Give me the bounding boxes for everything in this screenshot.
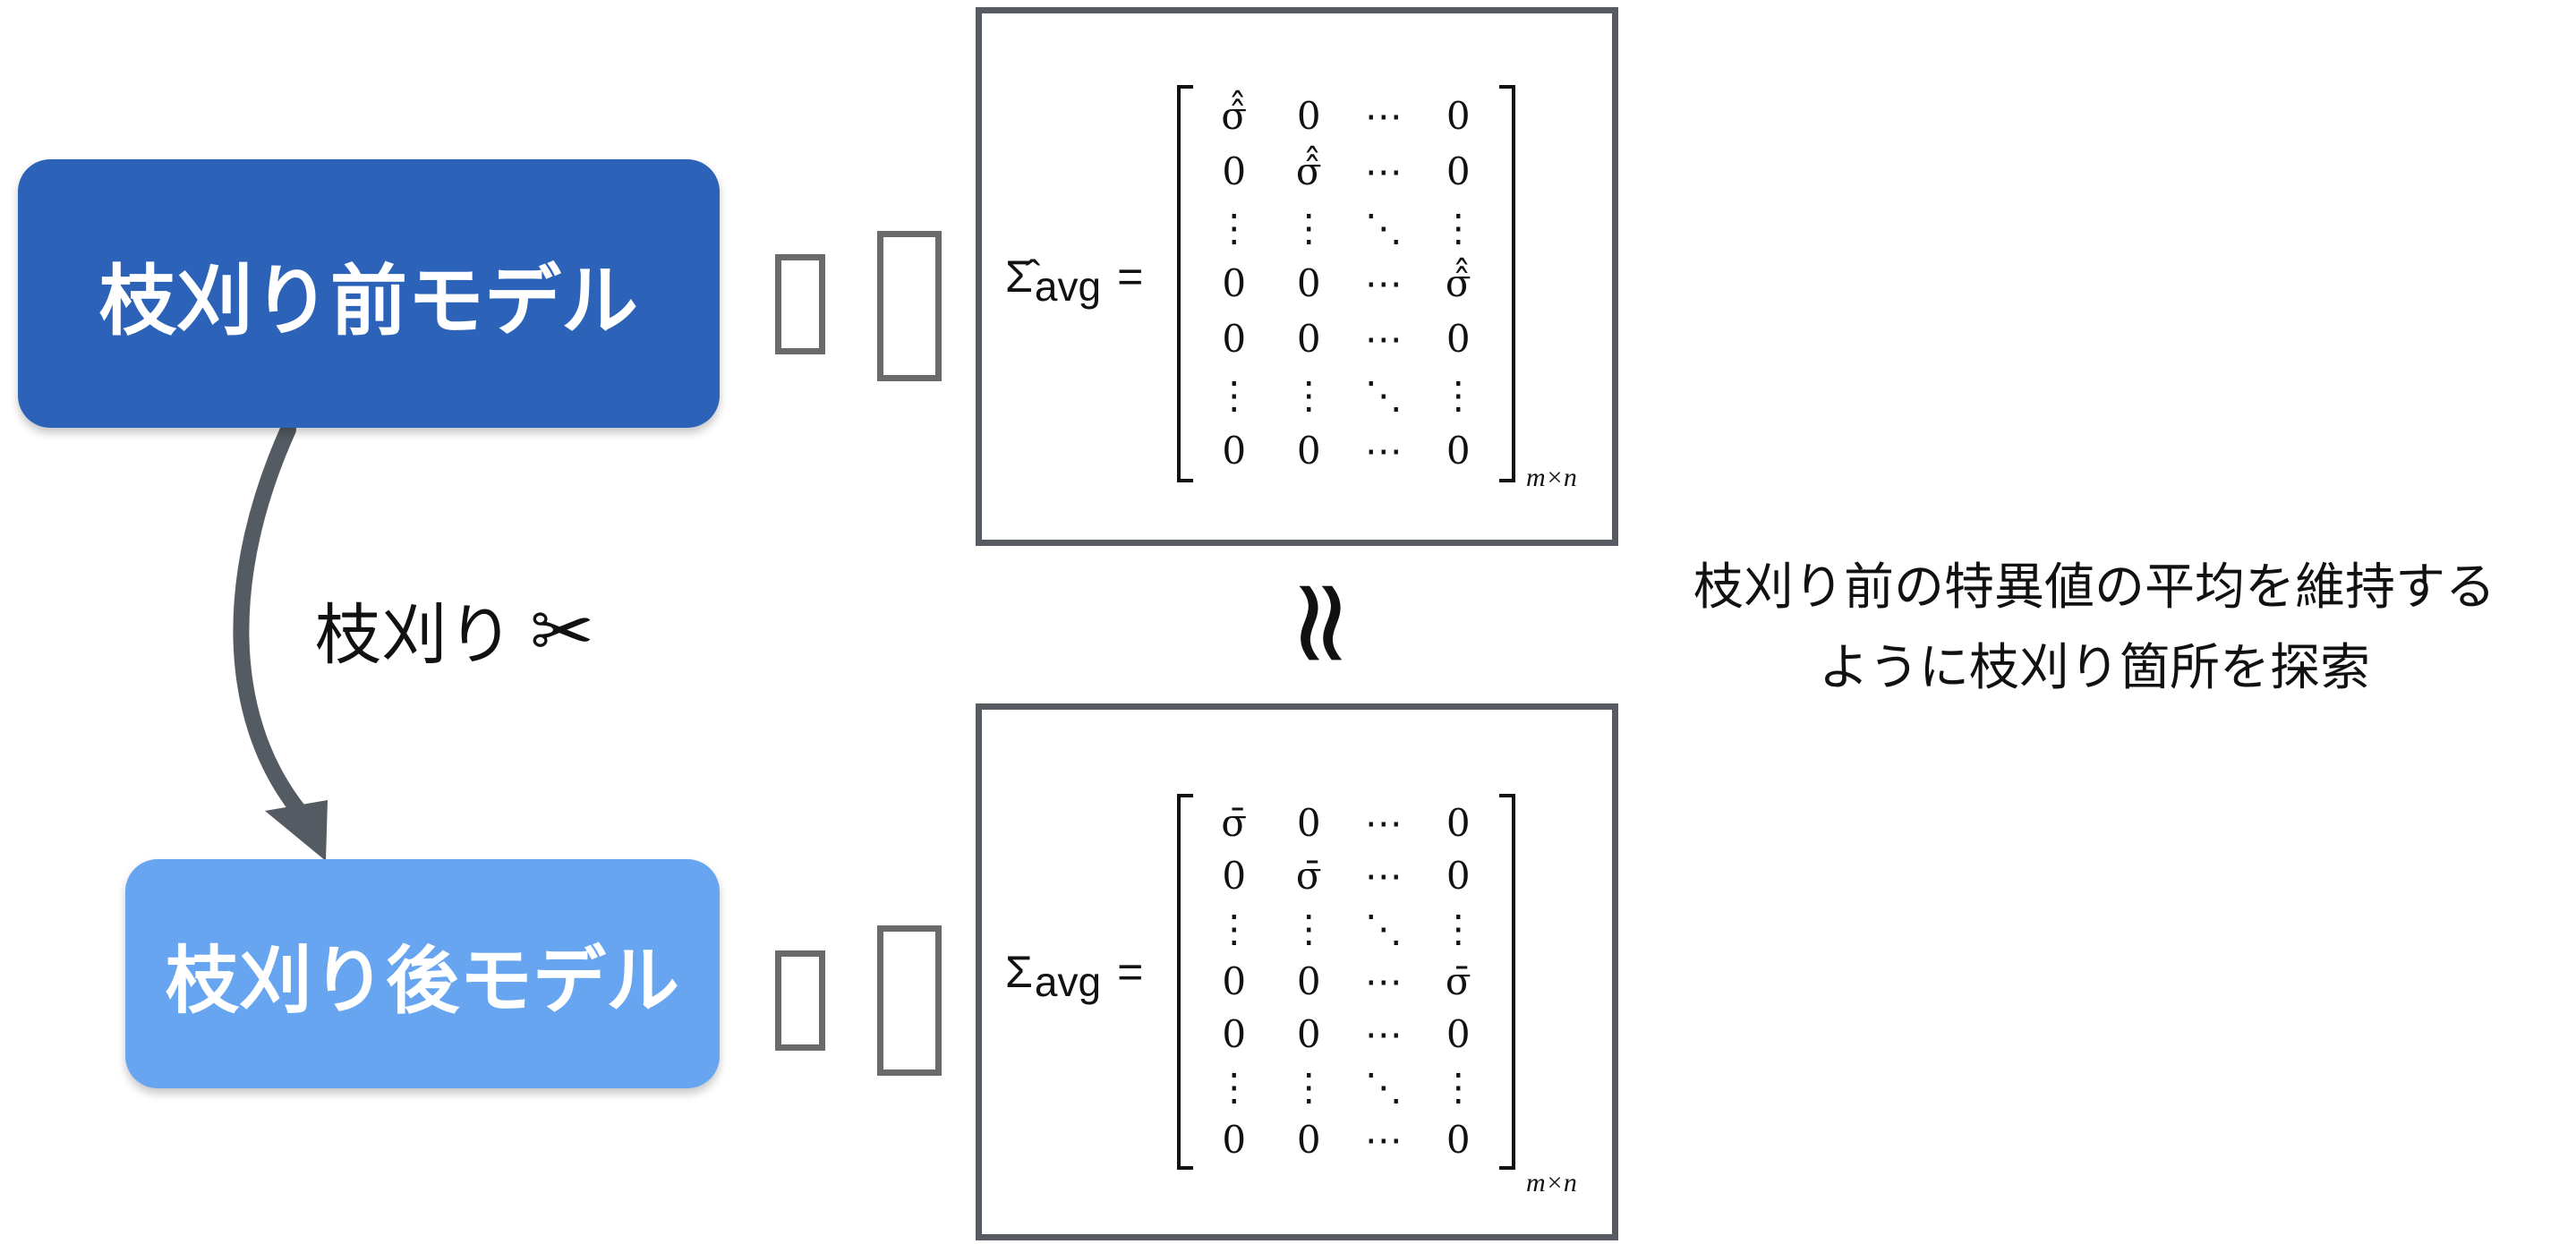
matrix-cell: ⋱ [1364, 372, 1403, 417]
matrix-dimensions: m×n [1526, 463, 1577, 492]
matrix-cell: ⋯ [1364, 149, 1403, 194]
matrix-cell: 0 [1296, 260, 1321, 305]
placeholder-box-small-bottom [775, 950, 825, 1051]
matrix-cell: ⋮ [1290, 1064, 1328, 1109]
note-line-2: ように枝刈り箇所を探索 [1819, 639, 2370, 697]
matrix-cell: 0 [1446, 149, 1471, 194]
matrix-cell: 0 [1222, 854, 1247, 899]
matrix-cell: ⋮ [1215, 372, 1253, 417]
matrix-cell: 0 [1222, 1011, 1247, 1056]
matrix-grid: σ̂̂ 0 ⋯ 0 0 σ̂̂ ⋯ 0 ⋮ ⋮ ⋱ ⋮ 0 0 ⋯ σ̂̂ 0 0 ⋯ 0 ⋮ ⋮ ⋱ ⋮ 0 0 ⋯ 0 [1197, 89, 1496, 479]
matrix-cell: 0 [1446, 94, 1471, 139]
after-pruning-model-label: 枝刈り後モデル [165, 938, 679, 1024]
matrix-cell: ⋮ [1439, 205, 1478, 250]
matrix-cell: 0 [1222, 149, 1247, 194]
matrix-cell: 0 [1446, 854, 1471, 899]
matrix-cell: ⋱ [1364, 907, 1403, 951]
singular-value-matrix-after: σ̄ 0 ⋯ 0 0 σ̄ ⋯ 0 ⋮ ⋮ ⋱ ⋮ 0 0 ⋯ σ̄ 0 0 ⋯ 0 ⋮ ⋮ ⋱ ⋮ 0 0 ⋯ 0 [1177, 794, 1515, 1170]
matrix-lhs-before: Σ̂ avg = [1005, 13, 1143, 540]
equals-sign: = [1117, 947, 1144, 997]
before-pruning-model-box: 枝刈り前モデル [18, 159, 720, 428]
matrix-cell: 0 [1222, 260, 1247, 305]
sigma-symbol: Σ [1005, 947, 1033, 997]
lhs-subscript: avg [1034, 263, 1102, 310]
search-objective-note: 枝刈り前の特異値の平均を維持する ように枝刈り箇所を探索 [1647, 548, 2542, 709]
pruning-edge-label: 枝刈り ✂ [315, 582, 594, 677]
placeholder-box-large-bottom [877, 925, 942, 1076]
matrix-cell: 0 [1296, 1011, 1321, 1056]
matrix-cell: 0 [1296, 959, 1321, 1003]
lhs-subscript: avg [1034, 959, 1102, 1005]
after-pruning-model-box: 枝刈り後モデル [125, 859, 720, 1088]
matrix-cell: ⋯ [1364, 801, 1403, 846]
sigma-hat-symbol: Σ̂ [1005, 251, 1033, 302]
matrix-cell: ⋮ [1439, 907, 1478, 951]
matrix-cell: ⋱ [1364, 1064, 1403, 1109]
matrix-cell: 0 [1222, 1117, 1247, 1162]
singular-value-matrix-before: σ̂̂ 0 ⋯ 0 0 σ̂̂ ⋯ 0 ⋮ ⋮ ⋱ ⋮ 0 0 ⋯ σ̂̂ 0 0 ⋯ 0 ⋮ ⋮ ⋱ ⋮ 0 0 ⋯ 0 [1177, 85, 1515, 482]
matrix-cell: 0 [1222, 959, 1247, 1003]
matrix-cell: σ̂̂ [1221, 94, 1248, 139]
matrix-dimensions: m×n [1526, 1168, 1577, 1197]
matrix-frame-before: Σ̂ avg = σ̂̂ 0 ⋯ 0 0 σ̂̂ ⋯ 0 ⋮ ⋮ ⋱ ⋮ 0 0 ⋯ σ̂̂ 0 0 ⋯ 0 ⋮ ⋮ ⋱ ⋮ 0 0 ⋯… [976, 7, 1618, 546]
matrix-cell: ⋮ [1215, 1064, 1253, 1109]
matrix-cell: ⋯ [1364, 94, 1403, 139]
matrix-cell: ⋯ [1364, 1011, 1403, 1056]
matrix-cell: 0 [1222, 428, 1247, 473]
matrix-cell: 0 [1296, 428, 1321, 473]
matrix-cell: ⋮ [1215, 205, 1253, 250]
matrix-cell: 0 [1296, 801, 1321, 846]
matrix-cell: ⋮ [1290, 205, 1328, 250]
placeholder-box-large-top [877, 231, 942, 381]
matrix-cell: 0 [1446, 428, 1471, 473]
matrix-cell: ⋯ [1364, 959, 1403, 1003]
matrix-cell: 0 [1296, 1117, 1321, 1162]
matrix-cell: ⋮ [1290, 372, 1328, 417]
matrix-cell: σ̄ [1445, 959, 1471, 1003]
note-line-1: 枝刈り前の特異値の平均を維持する [1693, 558, 2495, 617]
matrix-cell: 0 [1222, 317, 1247, 362]
placeholder-box-small-top [775, 254, 825, 354]
matrix-cell: ⋯ [1364, 1117, 1403, 1162]
matrix-cell: σ̄ [1295, 854, 1322, 899]
matrix-cell: ⋯ [1364, 428, 1403, 473]
approx-equal-symbol: ≈ [1255, 573, 1393, 673]
pruning-label: 枝刈り [315, 597, 514, 674]
matrix-cell: 0 [1446, 1011, 1471, 1056]
matrix-cell: ⋯ [1364, 854, 1403, 899]
matrix-cell: ⋮ [1290, 907, 1328, 951]
scissors-icon: ✂ [530, 587, 595, 677]
before-pruning-model-label: 枝刈り前モデル [99, 256, 638, 346]
matrix-cell: 0 [1296, 317, 1321, 362]
matrix-cell: ⋮ [1439, 372, 1478, 417]
matrix-cell: ⋮ [1439, 1064, 1478, 1109]
matrix-cell: ⋱ [1364, 205, 1403, 250]
matrix-cell: 0 [1296, 94, 1321, 139]
matrix-lhs-after: Σavg = [1005, 710, 1143, 1234]
matrix-cell: ⋯ [1364, 317, 1403, 362]
matrix-grid: σ̄ 0 ⋯ 0 0 σ̄ ⋯ 0 ⋮ ⋮ ⋱ ⋮ 0 0 ⋯ σ̄ 0 0 ⋯ 0 ⋮ ⋮ ⋱ ⋮ 0 0 ⋯ 0 [1197, 797, 1496, 1166]
matrix-cell: 0 [1446, 1117, 1471, 1162]
matrix-cell: σ̂̂ [1295, 149, 1322, 194]
matrix-cell: 0 [1446, 801, 1471, 846]
matrix-cell: σ̄ [1221, 801, 1248, 846]
matrix-cell: ⋮ [1215, 907, 1253, 951]
matrix-cell: 0 [1446, 317, 1471, 362]
matrix-cell: σ̂̂ [1445, 260, 1471, 305]
matrix-cell: ⋯ [1364, 260, 1403, 305]
matrix-frame-after: Σavg = σ̄ 0 ⋯ 0 0 σ̄ ⋯ 0 ⋮ ⋮ ⋱ ⋮ 0 0 ⋯ σ̄ 0 0 ⋯ 0 ⋮ ⋮ ⋱ ⋮ 0 0 ⋯ 0 m×… [976, 703, 1618, 1240]
equals-sign: = [1117, 251, 1144, 302]
